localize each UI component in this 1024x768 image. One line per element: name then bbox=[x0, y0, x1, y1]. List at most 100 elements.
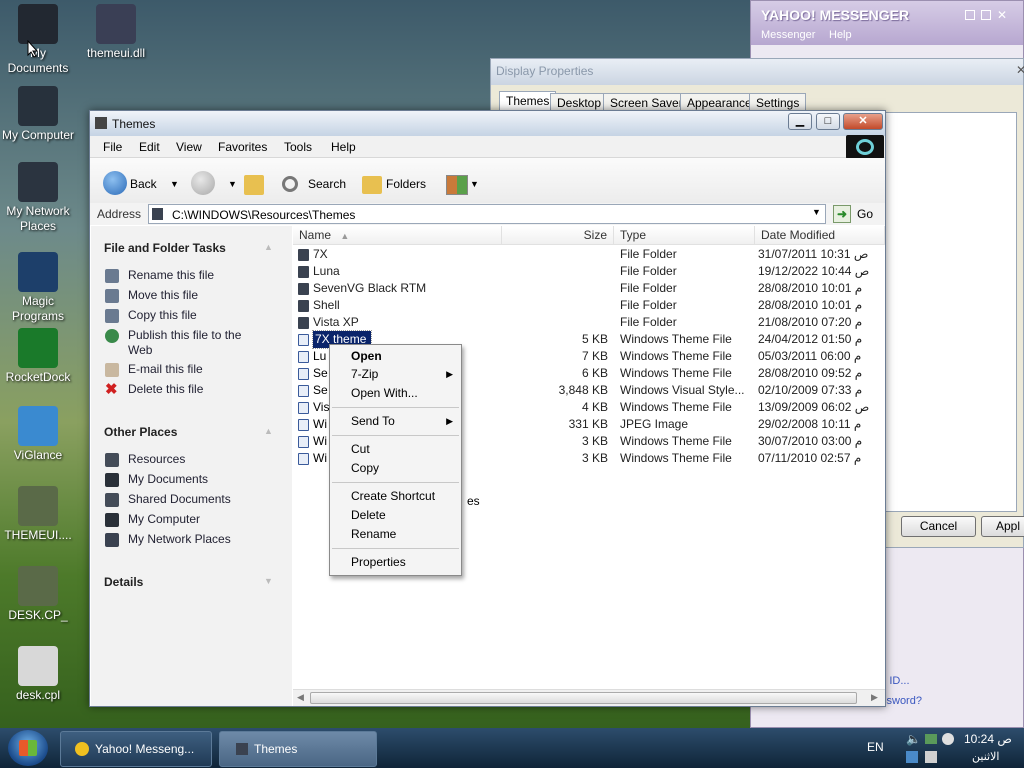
scroll-left-icon[interactable]: ◀ bbox=[297, 692, 304, 703]
cell-date: 28/08/2010 10:01 م bbox=[758, 281, 863, 295]
search-button[interactable]: Search bbox=[308, 172, 346, 196]
task-copy[interactable]: Copy this file bbox=[128, 308, 197, 323]
forward-dropdown-icon[interactable]: ▼ bbox=[228, 172, 237, 196]
place-my-documents[interactable]: My Documents bbox=[128, 472, 208, 487]
yahoo-close-icon[interactable]: ✕ bbox=[997, 8, 1007, 22]
menu-item-open-with[interactable]: Open With... bbox=[351, 385, 418, 402]
table-row[interactable]: Shell File Folder 28/08/2010 10:01 م bbox=[293, 297, 885, 314]
column-header-name[interactable]: Name ▲ bbox=[293, 226, 502, 245]
apply-button[interactable]: Appl bbox=[981, 516, 1024, 537]
cell-name: 7X bbox=[313, 247, 328, 261]
desktop-icon-my-computer[interactable]: My Computer bbox=[0, 86, 76, 143]
forward-arrow-icon[interactable] bbox=[191, 171, 215, 195]
tray-device-icon[interactable] bbox=[925, 751, 937, 763]
task-delete[interactable]: Delete this file bbox=[128, 382, 203, 397]
menu-item-7zip[interactable]: 7-Zip bbox=[351, 366, 378, 383]
menu-item-delete[interactable]: Delete bbox=[351, 507, 386, 524]
yahoo-menu-help[interactable]: Help bbox=[829, 29, 852, 41]
table-row[interactable]: SevenVG Black RTM File Folder 28/08/2010 1… bbox=[293, 280, 885, 297]
address-dropdown-icon[interactable]: ▼ bbox=[812, 207, 821, 217]
magic-programs-icon bbox=[18, 252, 58, 292]
desktop-icon-rocketdock[interactable]: RocketDock bbox=[0, 328, 76, 385]
maximize-button[interactable]: □ bbox=[816, 113, 840, 130]
search-icon[interactable] bbox=[282, 176, 298, 192]
go-button[interactable]: Go bbox=[857, 207, 873, 221]
place-my-network-places[interactable]: My Network Places bbox=[128, 532, 231, 547]
yahoo-minimize-icon[interactable] bbox=[965, 10, 975, 20]
column-header-date-modified[interactable]: Date Modified bbox=[755, 226, 885, 245]
table-row[interactable]: Vista XP File Folder 21/08/2010 07:20 م bbox=[293, 314, 885, 331]
folders-button[interactable]: Folders bbox=[386, 172, 426, 196]
scrollbar-thumb[interactable] bbox=[310, 692, 857, 704]
views-dropdown-icon[interactable]: ▼ bbox=[470, 172, 479, 196]
menu-help[interactable]: Help bbox=[331, 140, 356, 154]
desktop-icon-desk-cp[interactable]: DESK.CP_ bbox=[0, 566, 76, 623]
taskbar-button-yahoo[interactable]: Yahoo! Messeng... bbox=[60, 731, 212, 767]
up-folder-icon[interactable] bbox=[244, 175, 264, 195]
menu-file[interactable]: File bbox=[103, 140, 122, 154]
menu-item-open[interactable]: Open bbox=[351, 348, 382, 365]
task-email[interactable]: E-mail this file bbox=[128, 362, 203, 377]
yahoo-password-link[interactable]: ssword? bbox=[881, 695, 922, 707]
place-shared-documents[interactable]: Shared Documents bbox=[128, 492, 231, 507]
menu-edit[interactable]: Edit bbox=[139, 140, 160, 154]
language-indicator[interactable]: EN bbox=[867, 740, 884, 754]
task-pane: File and Folder Tasks ▲ Rename this file… bbox=[91, 226, 292, 706]
menu-item-copy[interactable]: Copy bbox=[351, 460, 379, 477]
collapse-icon[interactable]: ▲ bbox=[264, 426, 273, 436]
menu-item-cut[interactable]: Cut bbox=[351, 441, 370, 458]
tab-themes[interactable]: Themes bbox=[499, 91, 557, 112]
menu-view[interactable]: View bbox=[176, 140, 202, 154]
display-properties-close-icon[interactable]: ✕ bbox=[1016, 63, 1024, 77]
clock-time[interactable]: ص 10:24 bbox=[964, 732, 1012, 746]
address-field[interactable]: C:\WINDOWS\Resources\Themes ▼ bbox=[148, 204, 826, 224]
tray-app-icon[interactable] bbox=[942, 733, 954, 745]
tray-shield-icon[interactable] bbox=[906, 751, 918, 763]
explorer-title-bar[interactable]: Themes ▁ □ ✕ bbox=[90, 111, 885, 136]
menu-item-send-to[interactable]: Send To bbox=[351, 413, 395, 430]
menu-item-rename[interactable]: Rename bbox=[351, 526, 396, 543]
cancel-button[interactable]: Cancel bbox=[901, 516, 976, 537]
back-button[interactable]: Back bbox=[130, 172, 157, 196]
cell-name: SevenVG Black RTM bbox=[313, 281, 427, 295]
place-my-computer[interactable]: My Computer bbox=[128, 512, 200, 527]
menu-tools[interactable]: Tools bbox=[284, 140, 312, 154]
desktop-icon-my-network-places[interactable]: My Network Places bbox=[0, 162, 76, 234]
task-publish[interactable]: Publish this file to the Web bbox=[128, 328, 268, 358]
task-rename[interactable]: Rename this file bbox=[128, 268, 214, 283]
details-header[interactable]: Details bbox=[104, 575, 143, 589]
go-arrow-icon[interactable]: ➜ bbox=[833, 205, 851, 223]
collapse-icon[interactable]: ▲ bbox=[264, 242, 273, 252]
horizontal-scrollbar[interactable]: ◀ ▶ bbox=[293, 689, 885, 706]
back-dropdown-icon[interactable]: ▼ bbox=[170, 172, 179, 196]
column-header-size[interactable]: Size bbox=[502, 226, 614, 245]
file-folder-tasks-header[interactable]: File and Folder Tasks bbox=[104, 241, 226, 255]
column-header-type[interactable]: Type bbox=[614, 226, 755, 245]
other-places-header[interactable]: Other Places bbox=[104, 425, 177, 439]
taskbar-button-themes[interactable]: Themes bbox=[219, 731, 377, 767]
explorer-window[interactable]: Themes ▁ □ ✕ File Edit View Favorites To… bbox=[89, 110, 886, 707]
views-icon[interactable] bbox=[446, 175, 468, 195]
desktop-icon-magic-programs[interactable]: Magic Programs bbox=[0, 252, 76, 324]
yahoo-menu-messenger[interactable]: Messenger bbox=[761, 29, 815, 41]
desktop-icon-viglance[interactable]: ViGlance bbox=[0, 406, 76, 463]
menu-item-properties[interactable]: Properties bbox=[351, 554, 406, 571]
menu-item-create-shortcut[interactable]: Create Shortcut bbox=[351, 488, 435, 505]
menu-favorites[interactable]: Favorites bbox=[218, 140, 267, 154]
network-tray-icon[interactable] bbox=[925, 734, 937, 744]
scroll-right-icon[interactable]: ▶ bbox=[871, 692, 878, 703]
back-arrow-icon[interactable] bbox=[103, 171, 127, 195]
table-row[interactable]: 7X File Folder 31/07/2011 10:31 ص bbox=[293, 246, 885, 263]
expand-icon[interactable]: ▼ bbox=[264, 576, 273, 586]
desktop-icon-desk-cpl[interactable]: desk.cpl bbox=[0, 646, 76, 703]
yahoo-maximize-icon[interactable] bbox=[981, 10, 991, 20]
close-button[interactable]: ✕ bbox=[843, 113, 883, 130]
volume-icon[interactable]: 🔈 bbox=[906, 732, 921, 746]
minimize-button[interactable]: ▁ bbox=[788, 113, 812, 130]
task-move[interactable]: Move this file bbox=[128, 288, 198, 303]
place-resources[interactable]: Resources bbox=[128, 452, 185, 467]
desktop-icon-themeui-dll[interactable]: themeui.dll bbox=[78, 4, 154, 61]
table-row[interactable]: Luna File Folder 19/12/2022 10:44 ص bbox=[293, 263, 885, 280]
desktop-icon-themeui[interactable]: THEMEUI.... bbox=[0, 486, 76, 543]
folders-icon[interactable] bbox=[362, 176, 382, 194]
